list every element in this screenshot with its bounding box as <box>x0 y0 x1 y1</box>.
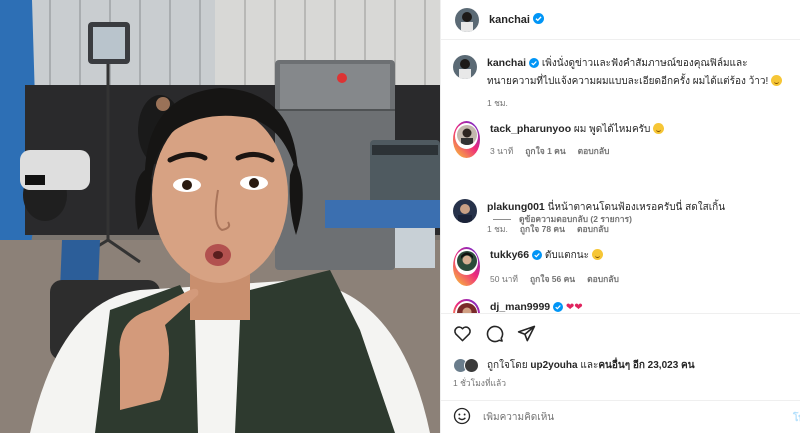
caption-time[interactable]: 1 ชม. <box>487 96 508 110</box>
commenter-avatar <box>456 302 477 313</box>
comment-item: tack_pharunyoo ผม พูดได้ไหมครับ 3 นาที ถ… <box>453 121 789 158</box>
story-ring[interactable] <box>453 299 480 313</box>
likes-middle: และ <box>580 360 599 371</box>
comment-likes[interactable]: ถูกใจ 56 คน <box>530 272 575 286</box>
post-photo[interactable] <box>0 0 440 433</box>
caption-avatar[interactable] <box>453 55 477 79</box>
caption-username[interactable]: kanchai <box>487 57 526 69</box>
post-header: kanchai <box>441 0 800 40</box>
reply-button[interactable]: ตอบกลับ <box>578 144 610 158</box>
verified-icon <box>529 58 540 74</box>
liker-avatars <box>453 358 483 373</box>
likes-others[interactable]: คนอื่นๆ อีก 23,023 คน <box>598 358 694 373</box>
grin-emoji-icon <box>653 123 665 134</box>
liker-username[interactable]: up2youha <box>530 360 577 371</box>
comment-text: นี่หน้าตาคนโดนฟ้องเหรอครับนี่ สดใสเกิ้น <box>547 202 726 213</box>
verified-icon <box>532 12 544 27</box>
comment-time[interactable]: 50 นาที <box>490 272 518 286</box>
likes-summary[interactable]: ถูกใจโดย up2youha และ คนอื่นๆ อีก 23,023 … <box>453 358 695 373</box>
caption: kanchai เพิ่งนั่งดูข่าวและฟังคำสัมภาษณ์ข… <box>453 55 789 110</box>
comments-list[interactable]: kanchai เพิ่งนั่งดูข่าวและฟังคำสัมภาษณ์ข… <box>441 41 800 313</box>
comment-username[interactable]: plakung001 <box>487 201 545 213</box>
comment-input[interactable] <box>483 412 773 423</box>
author-username[interactable]: kanchai <box>489 14 530 26</box>
comment-username[interactable]: tack_pharunyoo <box>490 123 571 135</box>
story-ring[interactable] <box>453 121 480 158</box>
comment-likes[interactable]: ถูกใจ 78 คน <box>520 222 565 236</box>
author-avatar[interactable] <box>455 7 479 32</box>
liker-avatar <box>464 358 479 373</box>
commenter-avatar <box>456 124 477 145</box>
post-actions: ถูกใจโดย up2youha และ คนอื่นๆ อีก 23,023 … <box>441 313 800 433</box>
heart-icon[interactable] <box>453 324 472 343</box>
commenter-avatar <box>456 250 477 271</box>
grin-emoji-icon <box>591 249 603 260</box>
comment-likes[interactable]: ถูกใจ 1 คน <box>525 144 565 158</box>
add-comment-bar: โพ <box>441 400 800 433</box>
post-comment-button[interactable]: โพ <box>793 411 800 426</box>
selfie-photo-image <box>0 0 440 433</box>
verified-icon <box>532 250 543 266</box>
comment-username[interactable]: tukky66 <box>490 249 529 261</box>
comment-text: ตับแตกนะ <box>544 250 589 261</box>
post-timestamp[interactable]: 1 ชั่วโมงที่แล้ว <box>453 376 506 390</box>
likes-prefix: ถูกใจโดย <box>487 360 528 371</box>
comment-item: tukky66 ตับแตกนะ 50 นาที ถูกใจ 56 คน ตอบ… <box>453 247 789 286</box>
post-panel: kanchai kanchai เพิ่งนั่งดูข่าวและฟังคำส… <box>440 0 800 433</box>
reply-button[interactable]: ตอบกลับ <box>587 272 619 286</box>
comment-item: dj_man9999 ❤❤ <box>453 299 789 313</box>
comment-time[interactable]: 3 นาที <box>490 144 513 158</box>
verified-icon <box>553 302 564 313</box>
comment-username[interactable]: dj_man9999 <box>490 301 550 313</box>
emoji-picker-icon[interactable] <box>453 407 471 428</box>
grin-emoji-icon <box>771 75 783 86</box>
comment-text: ผม พูดได้ไหมครับ <box>573 124 651 135</box>
commenter-avatar[interactable] <box>453 199 477 223</box>
story-ring[interactable] <box>453 247 480 286</box>
heart-emoji-icon: ❤❤ <box>565 302 583 313</box>
comment-time[interactable]: 1 ชม. <box>487 222 508 236</box>
reply-button[interactable]: ตอบกลับ <box>577 222 609 236</box>
comment-item: plakung001 นี่หน้าตาคนโดนฟ้องเหรอครับนี่… <box>453 199 789 236</box>
comment-icon[interactable] <box>485 324 504 343</box>
share-icon[interactable] <box>517 324 536 343</box>
